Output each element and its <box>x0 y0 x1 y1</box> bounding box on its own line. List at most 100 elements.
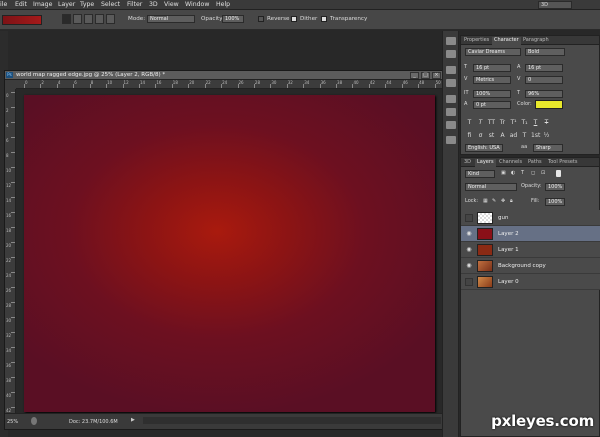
styles-icon[interactable] <box>446 108 456 116</box>
blend-mode-select[interactable]: Normal <box>465 183 517 191</box>
underline-button[interactable]: T <box>531 118 540 127</box>
horizontal-ruler[interactable]: 0 2 4 6 8 10 12 14 16 18 20 22 24 26 28 30 32 34 36 38 40 42 4… <box>16 80 443 89</box>
minimize-icon[interactable]: _ <box>410 72 419 79</box>
all-caps-button[interactable]: TT <box>487 118 496 127</box>
canvas-area[interactable] <box>16 89 443 413</box>
brush-icon[interactable] <box>446 136 456 144</box>
swash-button[interactable]: A <box>498 131 507 140</box>
linear-gradient-icon[interactable] <box>62 14 71 24</box>
lock-position-icon[interactable]: ✥ <box>501 198 509 205</box>
layer-opacity-field[interactable]: 100% <box>545 183 565 191</box>
superscript-button[interactable]: T¹ <box>509 118 518 127</box>
strikethrough-button[interactable]: T <box>542 118 551 127</box>
swatches-icon[interactable] <box>446 95 456 103</box>
zoom-level[interactable]: 25% <box>7 419 18 425</box>
layer-row[interactable]: ◉ Background copy <box>461 258 600 274</box>
old-style-button[interactable]: σ <box>476 131 485 140</box>
eye-icon[interactable]: ◉ <box>465 246 473 254</box>
status-menu-icon[interactable]: ▶ <box>131 417 137 425</box>
lock-transparent-icon[interactable]: ▦ <box>483 198 491 205</box>
layer-row[interactable]: ◉ Layer 1 <box>461 242 600 258</box>
filter-toggle-icon[interactable] <box>556 170 561 177</box>
filter-pixel-icon[interactable]: ▣ <box>501 170 509 177</box>
layer-fill-field[interactable]: 100% <box>545 198 565 206</box>
tab-paths[interactable]: Paths <box>526 159 544 167</box>
paragraph-icon[interactable] <box>446 79 456 87</box>
tab-character[interactable]: Character <box>492 37 521 45</box>
menu-3d[interactable]: 3D <box>149 1 158 8</box>
leading-field[interactable]: 16 pt <box>525 64 563 72</box>
vertical-ruler[interactable]: 0 2 4 6 8 10 12 14 16 18 20 22 24 26 28 30 32 34 36 38 40 42 <box>5 89 16 413</box>
tab-layers[interactable]: Layers <box>475 159 496 167</box>
maximize-icon[interactable]: □ <box>421 72 430 79</box>
filter-shape-icon[interactable]: ◻ <box>531 170 539 177</box>
lock-image-icon[interactable]: ✎ <box>492 198 500 205</box>
faux-bold-button[interactable]: T <box>465 118 474 127</box>
menu-image[interactable]: Image <box>33 1 52 8</box>
menu-file[interactable]: ile <box>0 1 7 8</box>
fractions-button[interactable]: ½ <box>542 131 551 140</box>
menu-layer[interactable]: Layer <box>58 1 75 8</box>
filter-smart-object-icon[interactable]: ⊡ <box>541 170 549 177</box>
filter-adjustment-icon[interactable]: ◐ <box>511 170 519 177</box>
stylistic-alternates-button[interactable]: ad <box>509 131 518 140</box>
reflected-gradient-icon[interactable] <box>95 14 104 24</box>
menu-view[interactable]: View <box>164 1 179 8</box>
adjustments-icon[interactable] <box>446 121 456 129</box>
kerning-field[interactable]: Metrics <box>473 76 511 84</box>
text-color-swatch[interactable] <box>535 100 563 109</box>
horizontal-scrollbar[interactable] <box>143 417 441 424</box>
angle-gradient-icon[interactable] <box>84 14 93 24</box>
opacity-field[interactable]: 100% <box>222 15 244 23</box>
lock-all-icon[interactable]: 🔒︎ <box>510 198 518 205</box>
baseline-shift-field[interactable]: 0 pt <box>473 101 511 109</box>
gradient-preview[interactable] <box>2 15 42 25</box>
faux-italic-button[interactable]: T <box>476 118 485 127</box>
font-size-field[interactable]: 16 pt <box>473 64 511 72</box>
menu-select[interactable]: Select <box>101 1 120 8</box>
layer-row[interactable]: ◉ Layer 2 <box>461 226 600 242</box>
tab-3d[interactable]: 3D <box>462 159 473 167</box>
menu-edit[interactable]: Edit <box>15 1 27 8</box>
titling-alternates-button[interactable]: T <box>520 131 529 140</box>
layer-row[interactable]: gun <box>461 210 600 226</box>
ligatures-button[interactable]: fi <box>465 131 474 140</box>
radial-gradient-icon[interactable] <box>73 14 82 24</box>
history-icon[interactable] <box>446 37 456 45</box>
menu-type[interactable]: Type <box>80 1 94 8</box>
reverse-checkbox[interactable] <box>258 16 264 22</box>
eye-icon[interactable]: ◉ <box>465 230 473 238</box>
subscript-button[interactable]: T₁ <box>520 118 529 127</box>
filter-type-icon[interactable]: T <box>521 170 529 177</box>
visibility-toggle[interactable] <box>465 214 473 222</box>
tab-tool-presets[interactable]: Tool Presets <box>546 159 580 167</box>
ordinals-button[interactable]: 1st <box>531 131 540 140</box>
menu-window[interactable]: Window <box>185 1 209 8</box>
diamond-gradient-icon[interactable] <box>106 14 115 24</box>
language-select[interactable]: English: USA <box>465 144 503 152</box>
mode-select[interactable]: Normal <box>147 15 195 23</box>
transparency-checkbox[interactable] <box>321 16 327 22</box>
document-titlebar[interactable]: Ps world map ragged edge.jpg @ 25% (Laye… <box>5 71 443 80</box>
actions-icon[interactable] <box>446 50 456 58</box>
tab-paragraph[interactable]: Paragraph <box>521 37 551 45</box>
workspace-select[interactable]: 3D <box>538 1 572 9</box>
status-info-icon[interactable] <box>31 417 37 425</box>
tab-channels[interactable]: Channels <box>497 159 524 167</box>
horizontal-scale-field[interactable]: 96% <box>525 90 563 98</box>
discretionary-ligatures-button[interactable]: st <box>487 131 496 140</box>
close-icon[interactable]: × <box>432 72 441 79</box>
font-style-select[interactable]: Bold <box>525 48 565 56</box>
small-caps-button[interactable]: Tr <box>498 118 507 127</box>
eye-icon[interactable]: ◉ <box>465 262 473 270</box>
antialias-select[interactable]: Sharp <box>533 144 563 152</box>
vertical-scale-field[interactable]: 100% <box>473 90 511 98</box>
menu-help[interactable]: Help <box>216 1 230 8</box>
character-icon[interactable] <box>446 66 456 74</box>
canvas-image[interactable] <box>24 95 435 412</box>
visibility-toggle[interactable] <box>465 278 473 286</box>
font-family-select[interactable]: Caviar Dreams <box>465 48 521 56</box>
layer-row[interactable]: Layer 0 <box>461 274 600 290</box>
tab-properties[interactable]: Properties <box>462 37 491 45</box>
layer-filter-select[interactable]: Kind <box>465 170 495 178</box>
